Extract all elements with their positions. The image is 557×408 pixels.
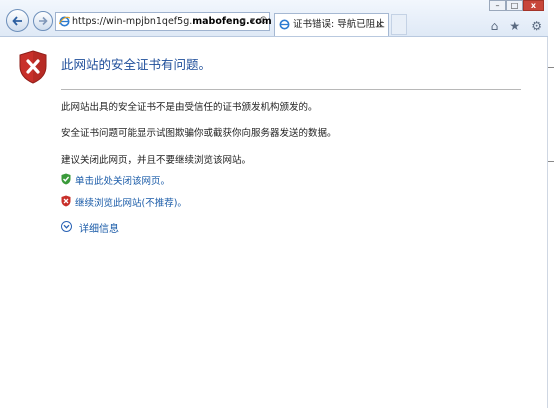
error-shield-icon [19, 50, 47, 84]
red-shield-x-icon [61, 195, 71, 207]
untrusted-issuer-text: 此网站出具的安全证书不是由受信任的证书颁发机构颁发的。 [61, 102, 318, 113]
ie-page-icon [59, 16, 70, 27]
divider [61, 89, 521, 90]
browser-toolbar-icons: ⌂ ★ ⚙ [485, 15, 542, 34]
tab-certificate-error[interactable]: 证书错误: 导航已阻止 × [274, 13, 389, 36]
browser-window: https://win-mpjbn1qef5g.mabofeng.com ρ ▾… [0, 0, 548, 408]
green-shield-check-icon [61, 173, 71, 185]
close-window-button[interactable]: x [523, 0, 544, 11]
page-content: 此网站的安全证书有问题。 此网站出具的安全证书不是由受信任的证书颁发机构颁发的。… [0, 37, 547, 408]
gear-icon[interactable]: ⚙ [531, 19, 542, 33]
background-window-edge [548, 0, 557, 408]
recommendation-text: 建议关闭此网页，并且不要继续浏览该网站。 [61, 155, 252, 166]
minimize-button[interactable]: – [489, 0, 506, 11]
page-title: 此网站的安全证书有问题。 [61, 57, 212, 72]
address-bar[interactable]: https://win-mpjbn1qef5g.mabofeng.com ρ ▾… [55, 12, 272, 31]
forward-button[interactable] [33, 11, 53, 31]
expand-chevron-icon [61, 221, 72, 232]
more-information-label: 详细信息 [79, 224, 119, 235]
star-icon[interactable]: ★ [509, 19, 520, 33]
tab-close-button[interactable]: × [376, 14, 384, 35]
tab-title: 证书错误: 导航已阻止 [293, 19, 385, 30]
ie-tab-icon [279, 19, 290, 30]
continue-to-website-link[interactable]: 继续浏览此网站(不推荐)。 [75, 195, 187, 209]
security-warning-text: 安全证书问题可能显示试图欺骗你或截获你向服务器发送的数据。 [61, 128, 337, 139]
address-search-refresh-controls[interactable]: ρ ▾ C [240, 13, 267, 30]
close-page-link[interactable]: 单击此处关闭该网页。 [75, 173, 170, 187]
back-button[interactable] [6, 9, 29, 32]
browser-titlebar: https://win-mpjbn1qef5g.mabofeng.com ρ ▾… [0, 0, 548, 37]
url-prefix: https://win-mpjbn1qef5g. [72, 16, 193, 27]
back-arrow-icon [12, 16, 22, 26]
home-icon[interactable]: ⌂ [491, 19, 499, 33]
new-tab-button[interactable] [391, 14, 407, 35]
maximize-button[interactable]: □ [506, 0, 523, 11]
forward-arrow-icon [39, 16, 48, 26]
